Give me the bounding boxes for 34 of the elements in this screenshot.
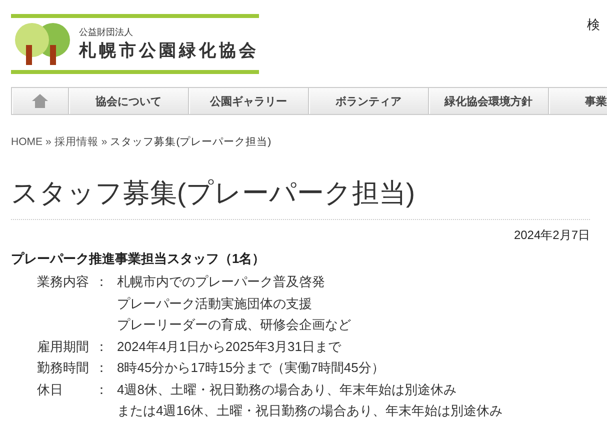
breadcrumb-separator: » xyxy=(101,136,108,148)
breadcrumb-link[interactable]: 採用情報 xyxy=(54,135,98,149)
breadcrumb-separator: » xyxy=(46,136,52,148)
detail-colon: ： xyxy=(95,380,109,398)
search-label[interactable]: 検 xyxy=(587,16,600,34)
nav-tab[interactable]: 事業 xyxy=(549,88,607,114)
job-heading: プレーパーク推進事業担当スタッフ（1名） xyxy=(11,250,266,268)
detail-label: 雇用期間 xyxy=(37,338,90,356)
detail-label: 勤務時間 xyxy=(37,359,90,377)
page-title: スタッフ募集(プレーパーク担当) xyxy=(11,175,590,220)
detail-value: 2024年4月1日から2025年3月31日まで xyxy=(117,338,342,356)
home-icon xyxy=(32,94,48,108)
detail-value: プレーリーダーの育成、研修会企画など xyxy=(117,316,352,334)
detail-value: 8時45分から17時15分まで（実働7時間45分） xyxy=(117,359,386,377)
detail-colon: ： xyxy=(95,359,109,377)
nav-tab[interactable]: 緑化協会環境方針 xyxy=(429,88,549,114)
detail-value: 札幌市内でのプレーパーク普及啓発 xyxy=(117,273,326,291)
detail-label: 業務内容 xyxy=(37,273,90,291)
org-type: 公益財団法人 xyxy=(79,26,134,39)
detail-value: または4週16休、土曜・祝日勤務の場合あり、年末年始は別途休み xyxy=(117,402,504,420)
detail-colon: ： xyxy=(95,273,109,291)
nav-tab[interactable]: ボランティア xyxy=(309,88,429,114)
breadcrumb-current: スタッフ募集(プレーパーク担当) xyxy=(110,135,272,149)
detail-colon: ： xyxy=(95,338,109,356)
nav-tab[interactable]: 公園ギャラリー xyxy=(189,88,309,114)
site-logo[interactable]: 公益財団法人 札幌市公園緑化協会 xyxy=(11,14,259,74)
detail-label: 休日 xyxy=(37,380,64,398)
detail-value: 4週8休、土曜・祝日勤務の場合あり、年末年始は別途休み xyxy=(117,380,458,398)
home-tab[interactable] xyxy=(12,88,69,114)
nav-tab[interactable]: 協会について xyxy=(69,88,189,114)
breadcrumb-link[interactable]: HOME xyxy=(11,136,42,148)
detail-value: プレーパーク活動実施団体の支援 xyxy=(117,294,313,312)
post-date: 2024年2月7日 xyxy=(512,227,590,244)
org-name: 札幌市公園緑化協会 xyxy=(79,40,259,62)
